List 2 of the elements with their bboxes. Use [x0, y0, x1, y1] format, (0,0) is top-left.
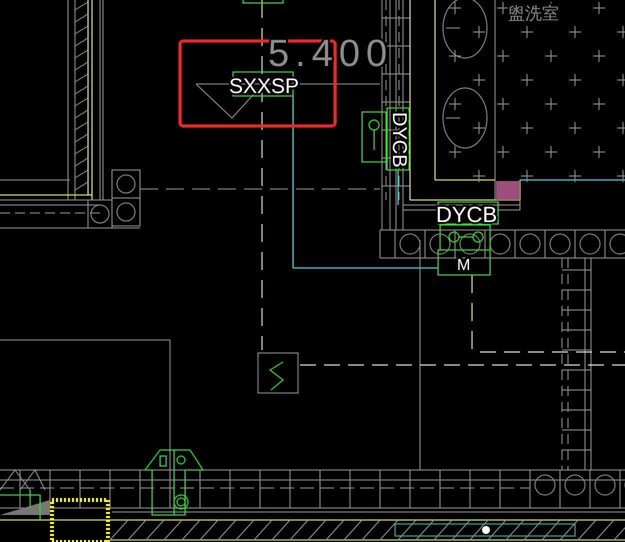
motor-label: M	[457, 257, 470, 274]
room-label: 盥洗室	[508, 4, 559, 24]
